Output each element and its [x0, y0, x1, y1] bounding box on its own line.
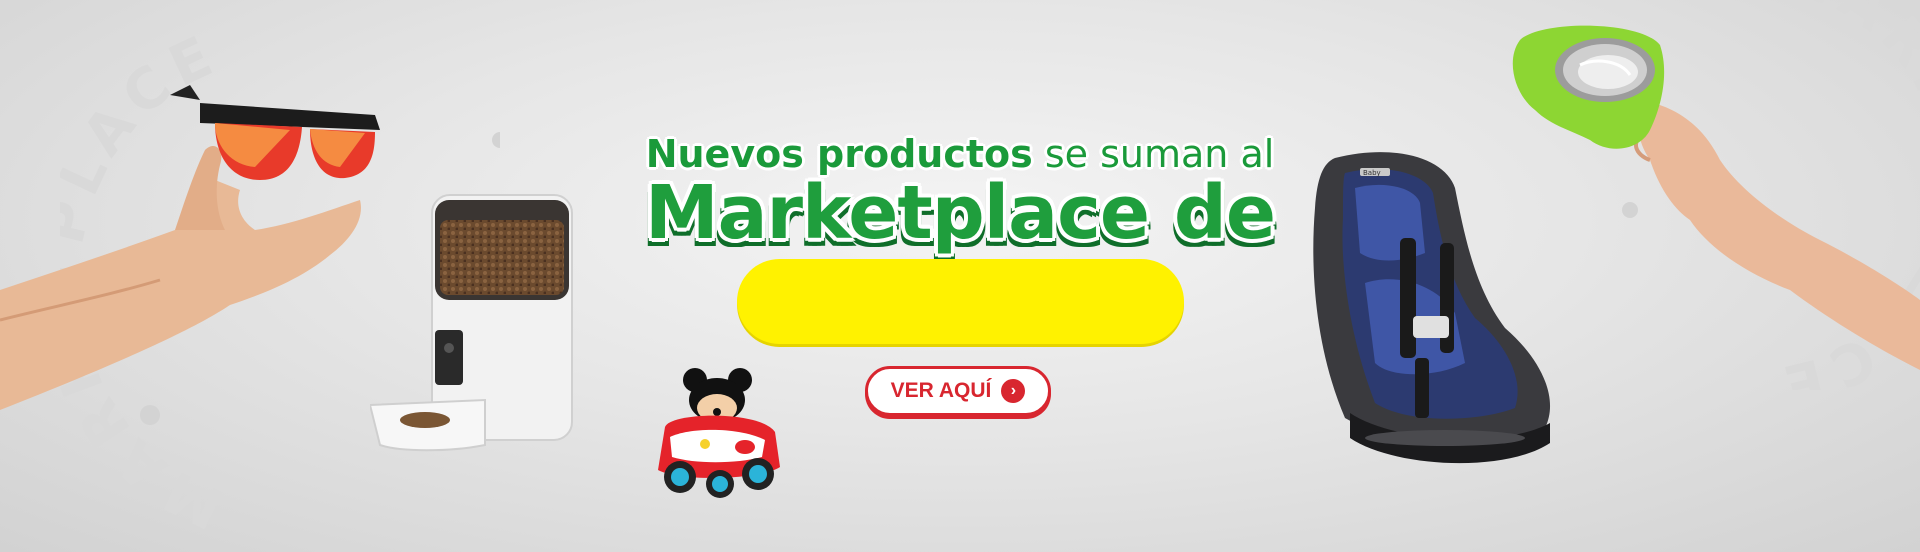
ver-aqui-button[interactable]: VER AQUÍ ›: [865, 366, 1051, 416]
ver-aqui-label: VER AQUÍ: [890, 379, 992, 402]
toy-car-icon: [658, 368, 780, 498]
brand-logo-pill: [737, 259, 1184, 344]
promo-banner[interactable]: MARKETPLACE MARKETPLACE: [0, 0, 1920, 552]
chevron-right-icon: ›: [1001, 379, 1026, 403]
marketplace-title: Marketplace de: [644, 170, 1276, 256]
